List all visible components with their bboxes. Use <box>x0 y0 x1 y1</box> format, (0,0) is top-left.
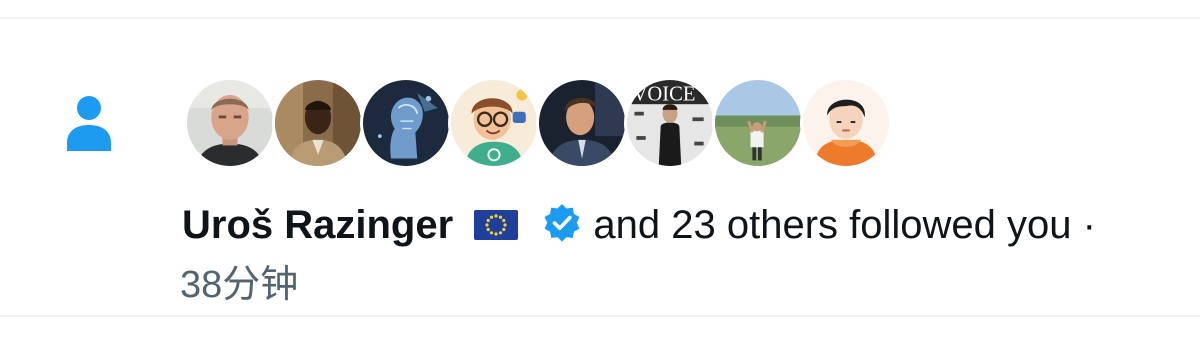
divider-bottom <box>0 315 1200 317</box>
person-icon <box>67 96 111 151</box>
avatar-2[interactable] <box>272 77 364 169</box>
avatar-6[interactable]: VOICE <box>624 77 716 169</box>
notification-text: Uroš Razinger and 23 others followed you… <box>182 201 1096 249</box>
follow-message: and 23 others followed you · <box>593 203 1096 247</box>
user-name[interactable]: Uroš Razinger <box>182 203 453 247</box>
follow-notification[interactable]: VOICE Uroš Razinger and 23 others follow… <box>0 19 1200 315</box>
avatar-8[interactable] <box>800 77 892 169</box>
svg-text:VOICE: VOICE <box>633 84 696 106</box>
eu-flag-icon <box>474 210 519 240</box>
avatar-uros-razinger[interactable] <box>184 77 276 169</box>
avatar-4[interactable] <box>448 77 540 169</box>
verified-badge-icon[interactable] <box>541 202 583 244</box>
avatar-3[interactable] <box>360 77 452 169</box>
avatar-7[interactable] <box>712 77 804 169</box>
avatar-5[interactable] <box>536 77 628 169</box>
timestamp[interactable]: 38分钟 <box>180 261 298 309</box>
